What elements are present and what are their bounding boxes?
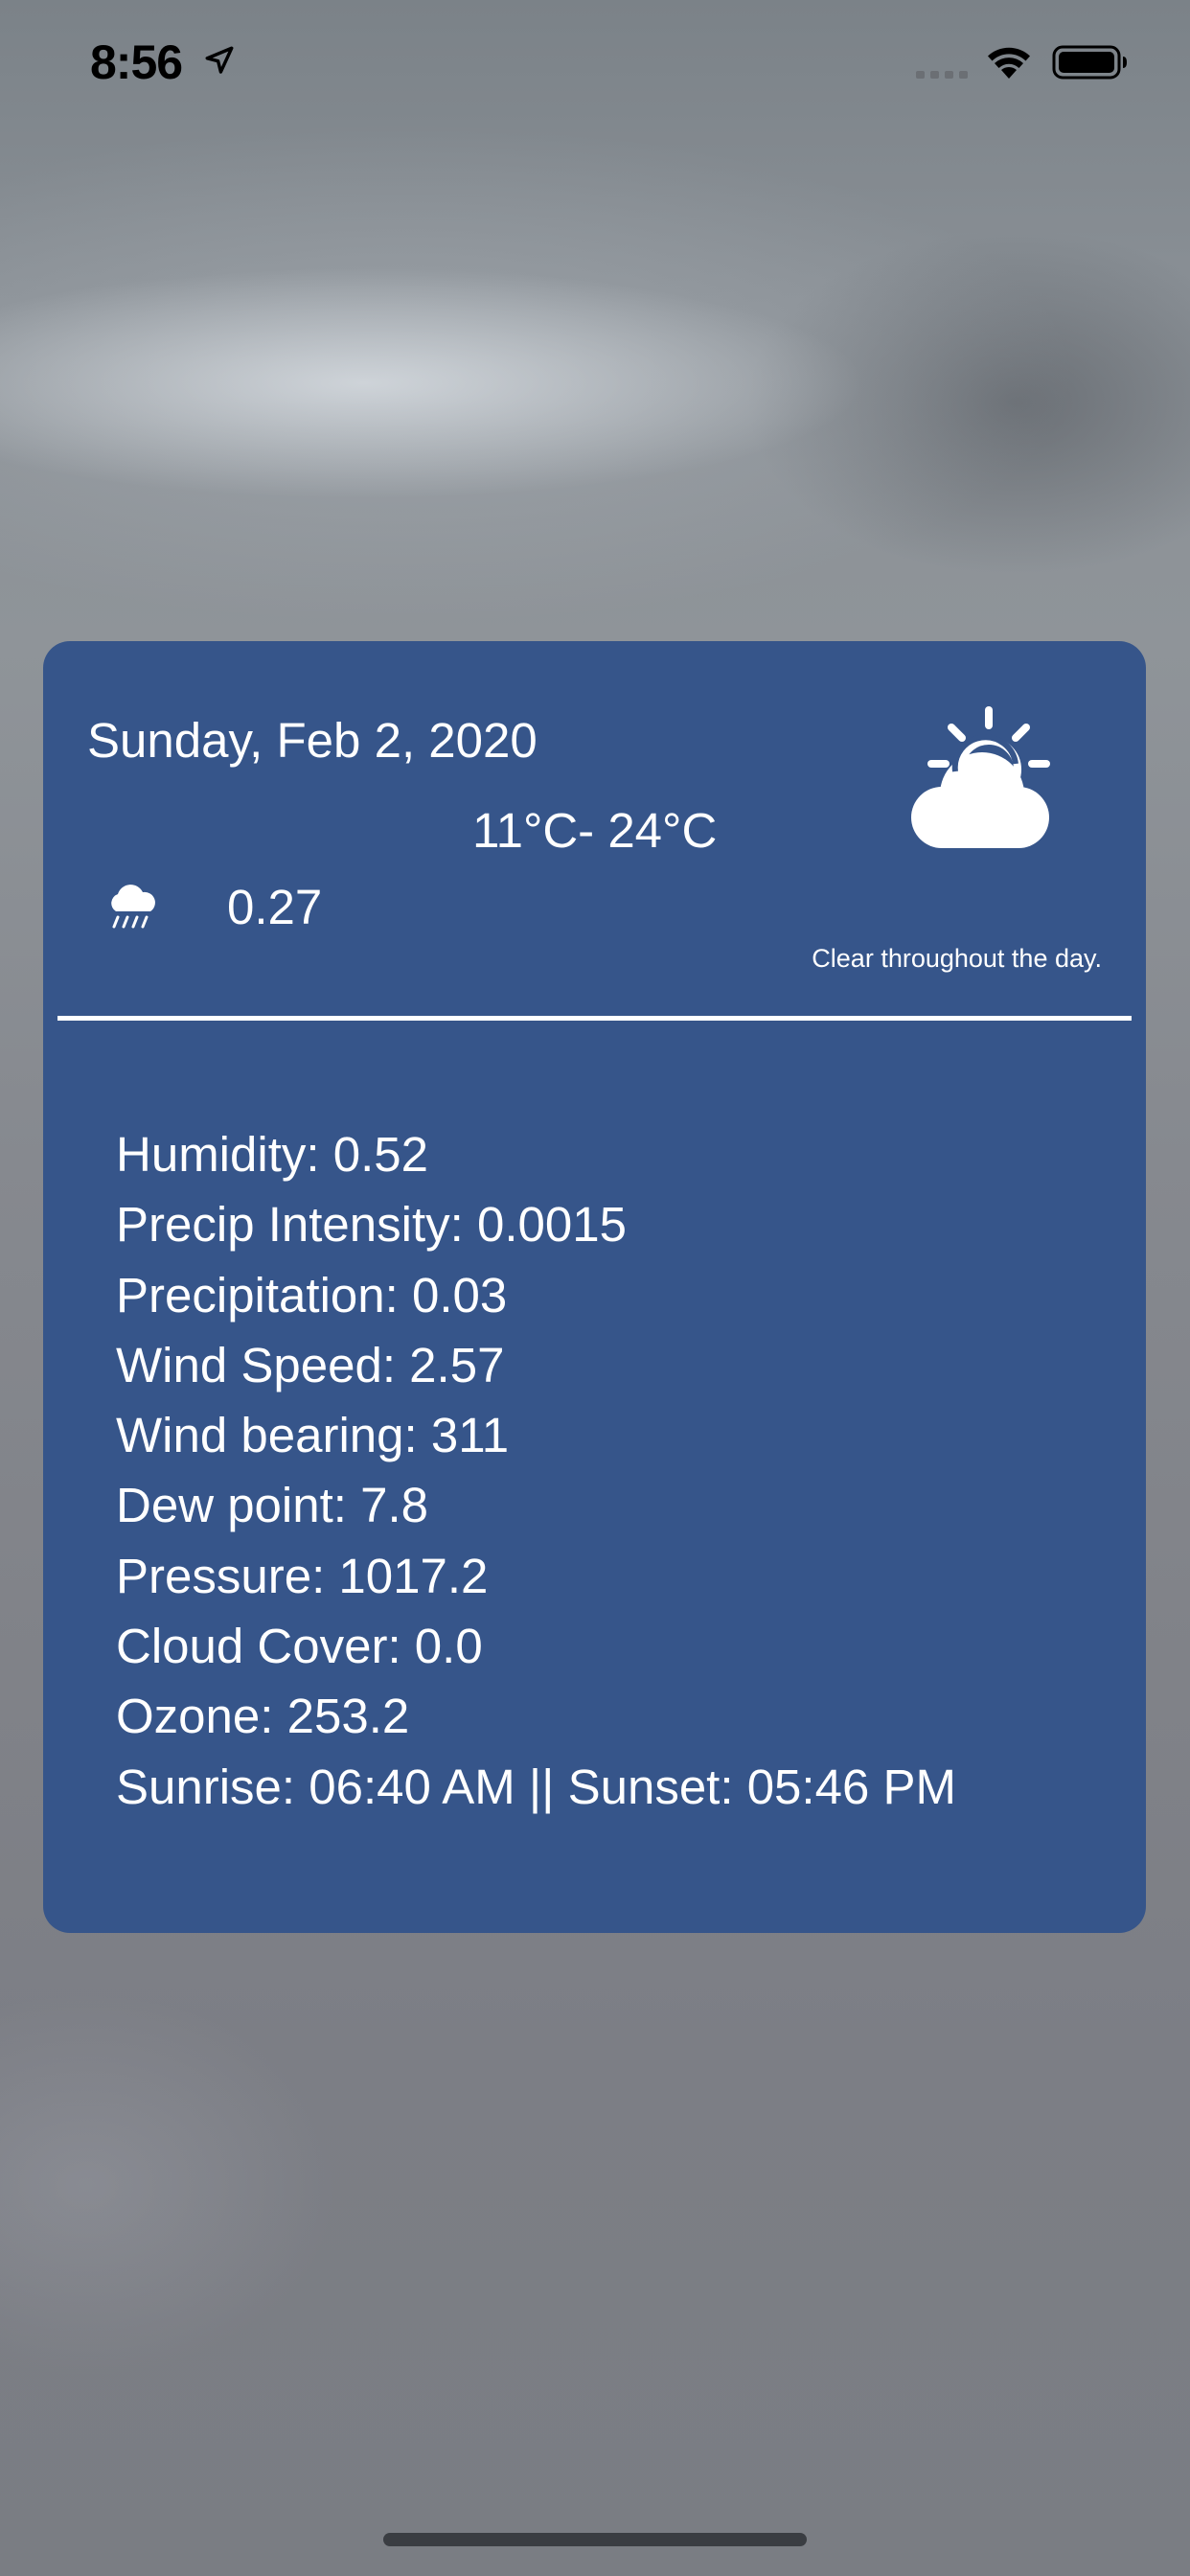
detail-cloud-cover: Cloud Cover: 0.0 — [116, 1619, 483, 1674]
battery-icon — [1052, 45, 1127, 80]
weather-card: Sunday, Feb 2, 2020 11°C- 24°C 0.27 Clea… — [43, 641, 1146, 1933]
status-bar: 8:56 — [0, 0, 1190, 126]
home-indicator[interactable] — [383, 2533, 807, 2546]
detail-sunrise-sunset: Sunrise: 06:40 AM || Sunset: 05:46 PM — [116, 1759, 956, 1814]
detail-wind-speed: Wind Speed: 2.57 — [116, 1337, 505, 1392]
weather-summary: Clear throughout the day. — [812, 944, 1102, 973]
weather-details-list: Humidity: 0.52 Precip Intensity: 0.0015 … — [116, 1119, 956, 1822]
rain-cloud-icon — [111, 885, 155, 929]
detail-wind-bearing: Wind bearing: 311 — [116, 1408, 510, 1463]
detail-pressure: Pressure: 1017.2 — [116, 1548, 489, 1603]
wifi-icon — [988, 47, 1030, 79]
temperature-range: 11°C- 24°C — [472, 803, 718, 858]
detail-precip-intensity: Precip Intensity: 0.0015 — [116, 1197, 627, 1253]
precip-probability: 0.27 — [227, 880, 323, 934]
detail-humidity: Humidity: 0.52 — [116, 1127, 428, 1182]
cellular-signal-icon — [916, 71, 968, 79]
divider — [57, 1016, 1132, 1021]
status-time: 8:56 — [90, 35, 183, 89]
partly-cloudy-day-icon — [911, 706, 1050, 848]
forecast-date: Sunday, Feb 2, 2020 — [87, 713, 538, 768]
location-arrow-icon — [205, 46, 234, 74]
detail-precipitation: Precipitation: 0.03 — [116, 1267, 508, 1322]
detail-ozone: Ozone: 253.2 — [116, 1689, 410, 1744]
detail-dew-point: Dew point: 7.8 — [116, 1478, 429, 1533]
